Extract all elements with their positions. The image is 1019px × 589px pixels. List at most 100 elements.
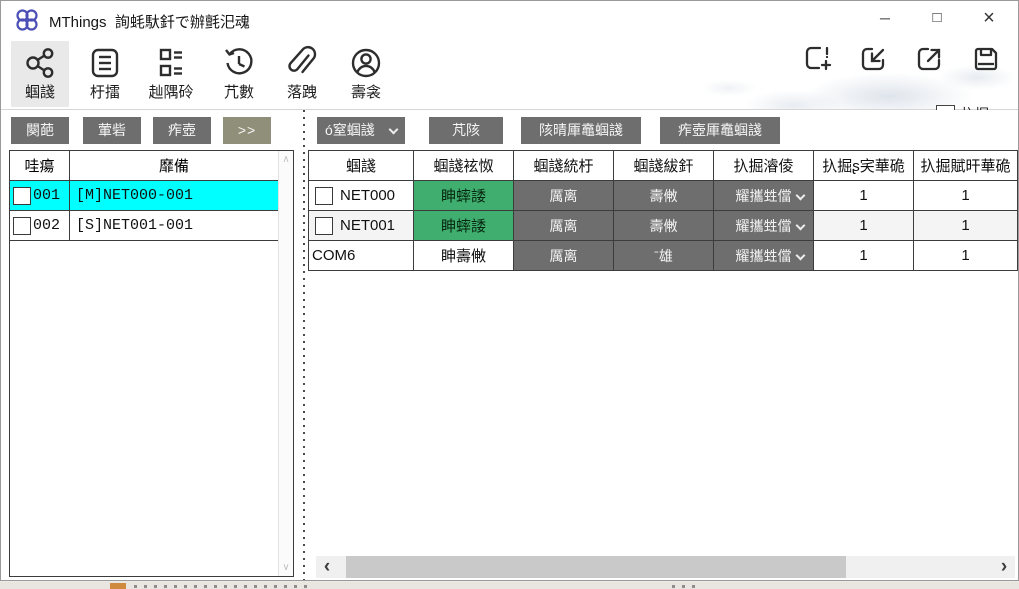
share-nodes-icon (11, 41, 69, 83)
connection-name: NET000 (340, 187, 395, 204)
window-title: MThings 詢蚝馱釺で辦氈汜魂 (49, 11, 250, 32)
data-type-value: 耀攜甡儅 (736, 216, 792, 236)
close-button-icon[interactable]: × (966, 1, 1012, 35)
scroll-up-icon[interactable]: ∧ (279, 154, 293, 165)
toolbar-item-label: 杅擂 (76, 83, 134, 103)
start-address-cell[interactable]: 1 (814, 181, 914, 211)
device-index: 002 (33, 217, 60, 234)
connection-name-cell: COM6 (309, 241, 414, 271)
row-checkbox[interactable] (13, 217, 31, 235)
connection-name: COM6 (312, 247, 355, 264)
background-app-icon (110, 583, 126, 589)
mthings-logo-icon (14, 7, 40, 33)
column-header-start-address: 扖掘ʂ宎華硊 (814, 151, 914, 181)
list-icon (76, 41, 134, 83)
main-area: 闋葩 葷砦 痄壺 >> 哇瘍 靡備 001 [M]NET000-001 (1, 110, 1018, 580)
device-name[interactable]: [S]NET001-001 (70, 211, 278, 240)
column-header-params: 蝈諓統杅 (514, 151, 614, 181)
row-checkbox[interactable] (13, 187, 31, 205)
toolbar-item-data[interactable]: 杅擂 (76, 41, 134, 107)
minimize-button-icon[interactable]: ─ (862, 1, 908, 35)
background-text-fragment (134, 585, 314, 588)
paperclip-icon (273, 41, 331, 83)
device-index: 001 (33, 187, 60, 204)
delete-device-button[interactable]: 痄壺 (153, 117, 211, 144)
end-address-cell[interactable]: 1 (914, 181, 1018, 211)
device-panel: 闋葩 葷砦 痄壺 >> 哇瘍 靡備 001 [M]NET000-001 (1, 110, 300, 580)
history-clock-icon (210, 41, 268, 83)
data-type-value: 耀攜甡儅 (736, 186, 792, 206)
export-icon[interactable] (914, 43, 946, 75)
scroll-down-icon[interactable]: ∨ (279, 562, 293, 573)
toolbar-item-label: 芁數 (210, 83, 268, 103)
background-window-strip (0, 582, 1019, 589)
toolbar-item-about[interactable]: 壽衾 (337, 41, 395, 107)
status-badge: 眒蟀諉 (414, 211, 514, 241)
connection-name: NET001 (340, 217, 395, 234)
connection-type-dropdown[interactable]: ó窒蝈諓 (317, 117, 405, 144)
connection-name-cell: NET000 (309, 181, 414, 211)
column-header-connection: 蝈諓 (309, 151, 414, 181)
chevron-down-icon (796, 251, 806, 261)
end-address-cell[interactable]: 1 (914, 241, 1018, 271)
panel-splitter[interactable] (300, 110, 308, 580)
delete-selected-button[interactable]: 痄壺厙鼁蝈諓 (660, 117, 780, 144)
connection-name-cell: NET001 (309, 211, 414, 241)
maximize-button-icon[interactable]: □ (914, 1, 960, 35)
titlebar: MThings 詢蚝馱釺で辦氈汜魂 ─ □ × (1, 1, 1018, 39)
save-icon[interactable] (970, 43, 1002, 75)
layout-blocks-icon (134, 41, 208, 83)
device-table: 哇瘍 靡備 001 [M]NET000-001 002 (9, 150, 294, 577)
add-device-button[interactable]: 闋葩 (11, 117, 69, 144)
row-checkbox[interactable] (315, 187, 333, 205)
horizontal-scrollbar[interactable]: ‹ › (316, 556, 1015, 578)
vertical-scrollbar[interactable]: ∧ ∨ (278, 151, 293, 576)
connection-panel: ó窒蝈諓 芃陔 陔晴厙鼁蝈諓 痄壺厙鼁蝈諓 蝈諓 蝈諓袨怓 蝈諓統杅 蝈諓紱釬 … (308, 110, 1018, 580)
row-checkbox[interactable] (315, 217, 333, 235)
more-actions-button[interactable]: >> (223, 117, 271, 144)
dropdown-label: ó窒蝈諓 (325, 122, 375, 138)
scroll-left-icon[interactable]: ‹ (318, 556, 336, 578)
operation-button[interactable]: 壽敒 (614, 211, 714, 241)
device-table-header: 哇瘍 靡備 (10, 151, 278, 181)
toolbar-item-label: 蝈諓 (11, 83, 69, 103)
scrollbar-thumb[interactable] (346, 556, 846, 578)
device-name[interactable]: [M]NET000-001 (70, 181, 278, 210)
quick-actions (802, 43, 1002, 75)
status-cell: 眒壽敒 (414, 241, 514, 271)
end-address-cell[interactable]: 1 (914, 211, 1018, 241)
start-address-cell[interactable]: 1 (814, 211, 914, 241)
new-window-icon[interactable] (802, 43, 834, 75)
table-row[interactable]: 002 [S]NET001-001 (10, 211, 278, 241)
refresh-button[interactable]: 芃陔 (429, 117, 503, 144)
data-type-dropdown[interactable]: 耀攜甡儅 (714, 211, 814, 241)
start-selected-button[interactable]: 陔晴厙鼁蝈諓 (521, 117, 641, 144)
chevron-down-icon (389, 125, 399, 135)
toolbar-item-attachment[interactable]: 落跩 (273, 41, 331, 107)
edit-device-button[interactable]: 葷砦 (83, 117, 141, 144)
operation-button[interactable]: 壽敒 (614, 181, 714, 211)
params-button[interactable]: 厲离 (514, 211, 614, 241)
toolbar-item-label: 落跩 (273, 83, 331, 103)
data-type-dropdown[interactable]: 耀攜甡儅 (714, 241, 814, 271)
column-header-operation: 蝈諓紱釬 (614, 151, 714, 181)
toolbar-item-connections[interactable]: 蝈諓 (11, 41, 69, 107)
scroll-right-icon[interactable]: › (995, 556, 1013, 578)
table-row[interactable]: 001 [M]NET000-001 (10, 181, 278, 211)
data-type-dropdown[interactable]: 耀攜甡儅 (714, 181, 814, 211)
import-icon[interactable] (858, 43, 890, 75)
main-toolbar: 蝈諓 杅擂 赸隅砱 (1, 39, 1018, 110)
toolbar-item-label: 壽衾 (337, 83, 395, 103)
operation-button[interactable]: ˉ雄 (614, 241, 714, 271)
background-text-fragment (672, 585, 702, 588)
data-type-value: 耀攜甡儅 (736, 246, 792, 266)
toolbar-item-history[interactable]: 芁數 (210, 41, 268, 107)
toolbar-item-planning[interactable]: 赸隅砱 (134, 41, 208, 107)
column-header-name: 靡備 (70, 151, 278, 180)
params-button[interactable]: 厲离 (514, 241, 614, 271)
connection-table: 蝈諓 蝈諓袨怓 蝈諓統杅 蝈諓紱釬 扖掘濬倰 扖掘ʂ宎華硊 扖掘賦旰華硊 NET… (308, 150, 1018, 271)
chevron-down-icon (796, 221, 806, 231)
status-badge: 眒蟀諉 (414, 181, 514, 211)
params-button[interactable]: 厲离 (514, 181, 614, 211)
start-address-cell[interactable]: 1 (814, 241, 914, 271)
